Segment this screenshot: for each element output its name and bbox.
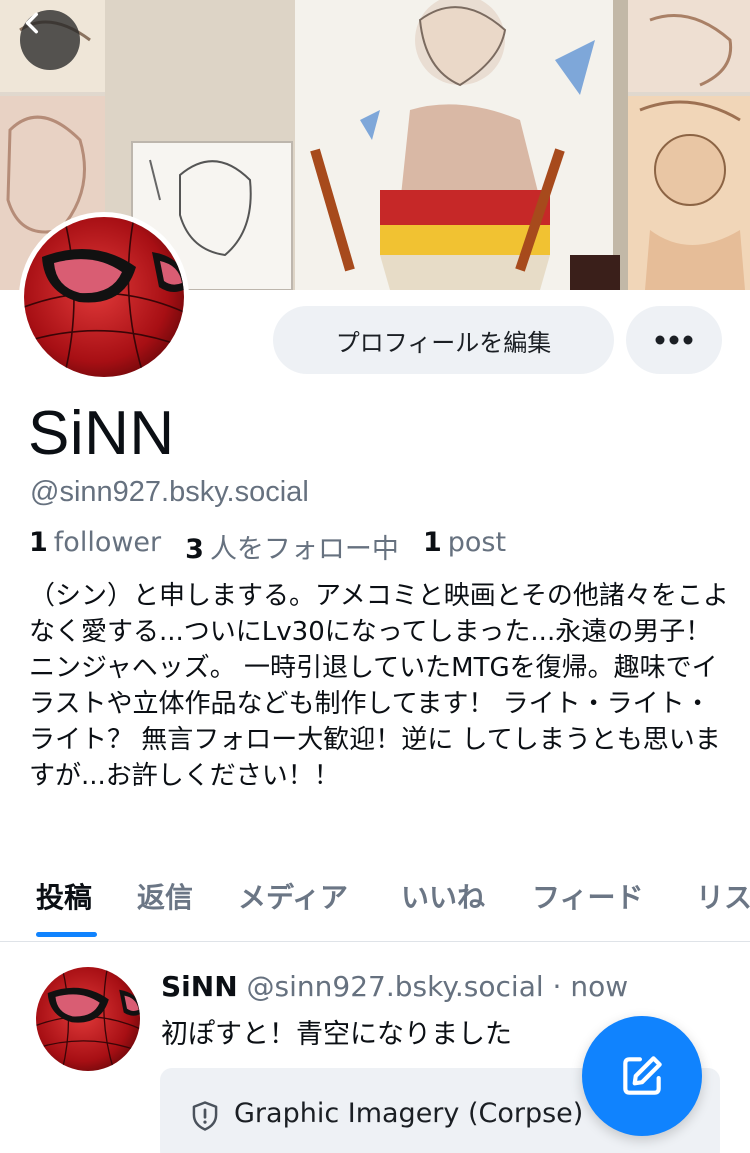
following-count: 3: [185, 534, 204, 565]
following-stat[interactable]: 3 人をフォロー中: [185, 527, 399, 566]
tab-replies[interactable]: 返信: [137, 876, 193, 916]
spiderman-avatar-image: [36, 967, 140, 1071]
ellipsis-icon: [655, 335, 693, 345]
tab-media[interactable]: メディア: [238, 876, 348, 916]
followers-label: follower: [53, 527, 162, 558]
profile-tabs: 投稿 返信 メディア いいね フィード リスト: [0, 860, 750, 942]
content-warning-label: Graphic Imagery (Corpse): [234, 1098, 584, 1129]
tab-lists[interactable]: リスト: [696, 876, 750, 916]
more-options-button[interactable]: [626, 306, 722, 374]
post-author-avatar[interactable]: [36, 967, 140, 1071]
display-name: SiNN: [28, 399, 175, 468]
post-author-name[interactable]: SiNN: [161, 970, 238, 1003]
profile-avatar[interactable]: [19, 212, 189, 382]
shield-alert-icon: [192, 1101, 218, 1131]
back-button[interactable]: [20, 10, 80, 70]
posts-stat: 1 post: [423, 527, 506, 566]
active-tab-indicator: [36, 932, 97, 937]
compose-icon: [623, 1056, 662, 1095]
followers-count: 1: [29, 527, 48, 558]
tab-feeds[interactable]: フィード: [532, 876, 643, 916]
spiderman-avatar-image: [24, 217, 184, 377]
post-author-handle[interactable]: @sinn927.bsky.social: [247, 970, 544, 1003]
followers-stat[interactable]: 1 follower: [29, 527, 161, 566]
post-text: 初ぽすと！青空になりました: [161, 1019, 512, 1050]
edit-profile-button[interactable]: プロフィールを編集: [273, 306, 614, 374]
post-separator: ·: [552, 970, 562, 1003]
profile-bio: （シン）と申しまする。アメコミと映画とその他諸々をこよなく愛する...ついにLv…: [29, 581, 729, 791]
compose-post-button[interactable]: [582, 1016, 702, 1136]
tab-likes[interactable]: いいね: [401, 876, 485, 916]
posts-label: post: [447, 527, 507, 558]
profile-stats: 1 follower 3 人をフォロー中 1 post: [29, 527, 506, 566]
posts-count: 1: [422, 527, 442, 558]
profile-handle: @sinn927.bsky.social: [30, 476, 309, 508]
tab-posts[interactable]: 投稿: [36, 876, 92, 916]
post-header: SiNN @sinn927.bsky.social · now: [161, 970, 628, 1003]
chevron-left-icon: [25, 12, 38, 34]
following-label: 人をフォロー中: [209, 534, 399, 565]
post-timestamp: now: [570, 970, 629, 1003]
